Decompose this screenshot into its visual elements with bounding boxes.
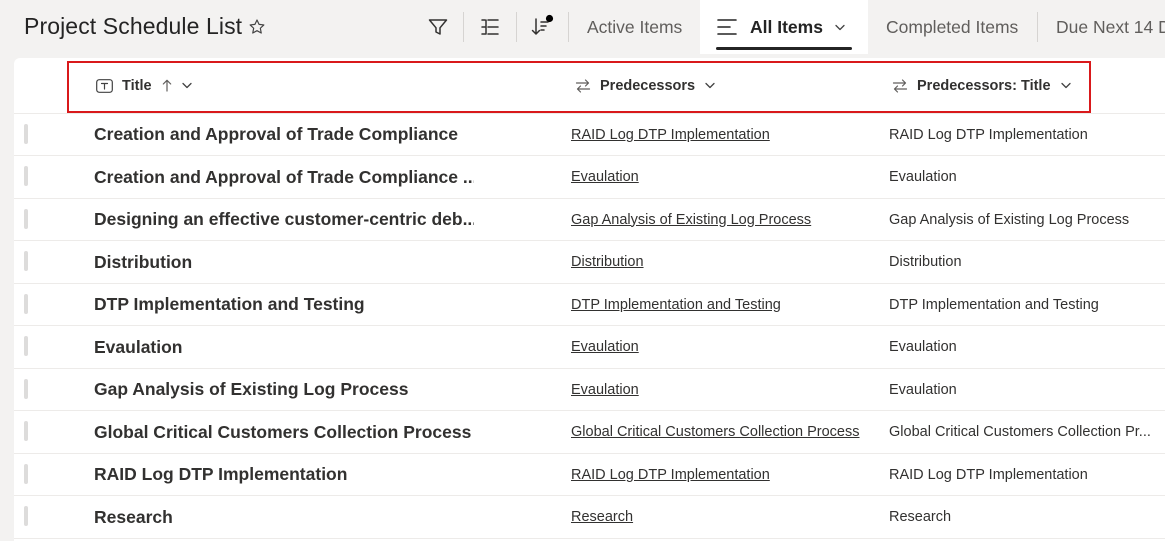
active-view-indicator xyxy=(716,47,852,50)
row-title[interactable]: Designing an effective customer-centric … xyxy=(94,199,474,241)
column-header-predecessors[interactable]: Predecessors xyxy=(575,58,715,113)
row-title[interactable]: Evaulation xyxy=(94,326,474,368)
list-grid: Title Predecessors Predecessors: Title C… xyxy=(14,58,1165,541)
lookup-arrows-icon xyxy=(892,78,908,94)
row-title[interactable]: Distribution xyxy=(94,241,474,283)
predecessor-link[interactable]: Evaulation xyxy=(571,369,639,411)
row-title[interactable]: Creation and Approval of Trade Complianc… xyxy=(94,156,474,198)
table-row[interactable]: Gap Analysis of Existing Log Process Evau… xyxy=(14,369,1165,411)
predecessor-title: RAID Log DTP Implementation xyxy=(889,466,1088,483)
chevron-down-icon xyxy=(181,82,192,89)
list-lines-icon xyxy=(717,18,737,36)
row-select-handle[interactable] xyxy=(24,208,28,229)
predecessor-title: Evaulation xyxy=(889,169,957,185)
row-select-handle[interactable] xyxy=(24,463,28,484)
table-row[interactable]: Creation and Approval of Trade Complianc… xyxy=(14,114,1165,156)
table-row[interactable]: RAID Log DTP Implementation RAID Log DTP … xyxy=(14,454,1165,496)
toolbar-divider xyxy=(1037,12,1038,42)
row-select-handle[interactable] xyxy=(24,123,28,144)
view-all-items-label: All Items xyxy=(750,16,823,37)
predecessor-link[interactable]: Evaulation xyxy=(571,326,639,368)
view-active-items[interactable]: Active Items xyxy=(587,0,682,54)
column-header-label: Predecessors xyxy=(600,77,696,94)
row-select-handle[interactable] xyxy=(24,421,28,441)
predecessor-title: Evaulation xyxy=(889,381,957,398)
predecessor-link[interactable]: Distribution xyxy=(571,241,644,283)
predecessor-link[interactable]: Evaulation xyxy=(571,156,639,198)
row-title[interactable]: DTP Implementation and Testing xyxy=(94,284,474,326)
toolbar-divider xyxy=(463,12,464,42)
row-title[interactable]: Gap Analysis of Existing Log Process xyxy=(94,369,474,411)
predecessor-title: Research xyxy=(889,509,952,525)
toolbar-divider xyxy=(568,12,569,42)
chevron-down-icon xyxy=(1060,82,1071,89)
table-row[interactable]: Global Critical Customers Collection Pro… xyxy=(14,411,1165,454)
row-select-handle[interactable] xyxy=(24,378,28,399)
predecessor-title: Evaulation xyxy=(889,339,957,355)
predecessor-link[interactable]: RAID Log DTP Implementation xyxy=(571,114,770,156)
table-row[interactable]: Research Research Research xyxy=(14,496,1165,539)
sort-icon[interactable] xyxy=(528,13,556,41)
row-select-handle[interactable] xyxy=(24,166,28,186)
row-select-handle[interactable] xyxy=(24,251,28,271)
lookup-arrows-icon xyxy=(575,78,591,94)
group-list-icon[interactable] xyxy=(476,13,504,41)
table-row[interactable]: Evaulation Evaulation Evaulation xyxy=(14,326,1165,369)
column-header-title[interactable]: Title xyxy=(96,58,192,113)
table-row[interactable]: Designing an effective customer-centric … xyxy=(14,199,1165,241)
predecessor-link[interactable]: Research xyxy=(571,496,633,538)
command-bar: Project Schedule List Active Items All I… xyxy=(0,0,1165,54)
predecessor-title: Distribution xyxy=(889,254,962,270)
toolbar-divider xyxy=(516,12,517,42)
table-row[interactable]: Creation and Approval of Trade Complianc… xyxy=(14,156,1165,199)
column-header-predecessors-title[interactable]: Predecessors: Title xyxy=(892,58,1071,113)
chevron-down-icon xyxy=(705,82,715,89)
column-header-label: Predecessors: Title xyxy=(917,77,1051,94)
arrow-up-icon xyxy=(162,79,172,92)
row-title[interactable]: Global Critical Customers Collection Pro… xyxy=(94,411,474,453)
table-row[interactable]: DTP Implementation and Testing DTP Implem… xyxy=(14,284,1165,326)
filter-icon[interactable] xyxy=(424,13,452,41)
predecessor-link[interactable]: DTP Implementation and Testing xyxy=(571,284,781,326)
row-select-handle[interactable] xyxy=(24,293,28,314)
predecessor-title: Gap Analysis of Existing Log Process xyxy=(889,211,1130,228)
predecessor-link[interactable]: Global Critical Customers Collection Pro… xyxy=(571,411,860,453)
view-completed-items[interactable]: Completed Items xyxy=(886,0,1018,54)
chevron-down-icon xyxy=(835,24,845,31)
column-header-label: Title xyxy=(122,77,152,94)
predecessor-title: Global Critical Customers Collection Pr.… xyxy=(889,424,1151,440)
row-title[interactable]: Creation and Approval of Trade Complianc… xyxy=(94,114,474,156)
predecessor-title: DTP Implementation and Testing xyxy=(889,296,1099,313)
table-row[interactable]: Distribution Distribution Distribution xyxy=(14,241,1165,284)
text-field-icon xyxy=(96,78,113,93)
row-title[interactable]: Research xyxy=(94,496,474,538)
view-due-next-14-days[interactable]: Due Next 14 Days xyxy=(1056,0,1165,54)
row-select-handle[interactable] xyxy=(24,336,28,356)
predecessor-link[interactable]: Gap Analysis of Existing Log Process xyxy=(571,199,811,241)
row-select-handle[interactable] xyxy=(24,506,28,526)
star-icon[interactable] xyxy=(247,16,267,38)
predecessor-title: RAID Log DTP Implementation xyxy=(889,126,1088,143)
page-title: Project Schedule List xyxy=(24,13,243,39)
predecessor-link[interactable]: RAID Log DTP Implementation xyxy=(571,454,770,496)
row-title[interactable]: RAID Log DTP Implementation xyxy=(94,454,474,496)
view-all-items[interactable]: All Items xyxy=(700,0,868,54)
